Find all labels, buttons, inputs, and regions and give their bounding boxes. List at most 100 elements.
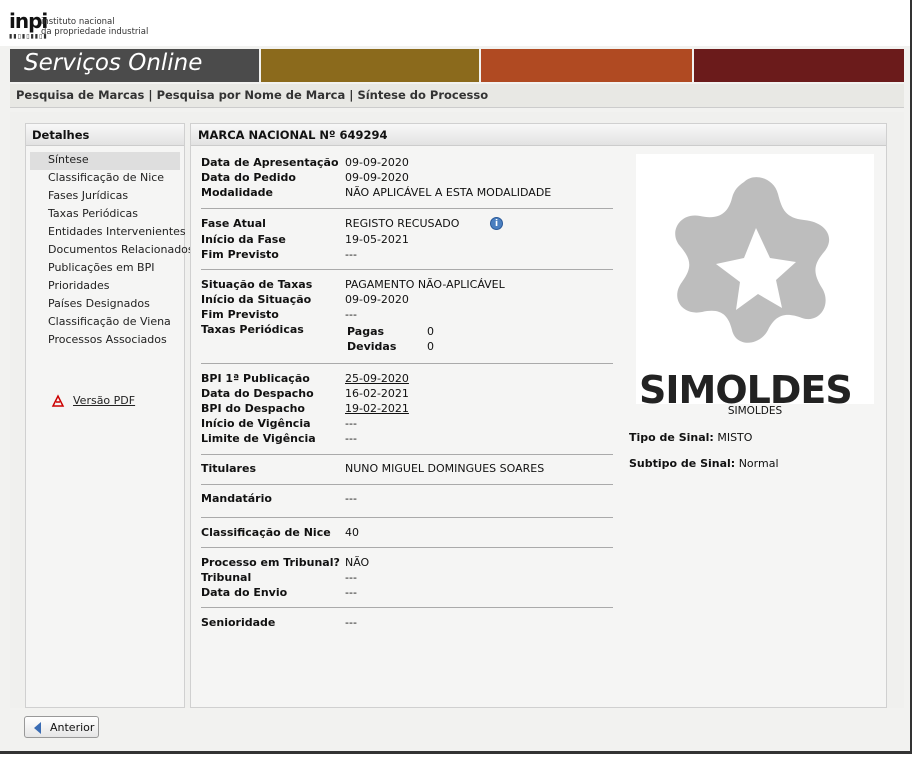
breadcrumb-bar: Pesquisa de Marcas | Pesquisa por Nome d… <box>10 84 904 108</box>
value-tipo-sinal: MISTO <box>717 431 753 444</box>
label-pagas: Pagas <box>347 325 385 338</box>
details-sidebar: Detalhes Síntese Classificação de Nice F… <box>25 123 194 708</box>
value-inicio-vigencia: --- <box>345 417 357 430</box>
trademark-caption: SIMOLDES <box>727 405 783 417</box>
value-fim-previsto-taxas: --- <box>345 308 357 321</box>
pdf-version-label[interactable]: Versão PDF <box>73 394 135 407</box>
sidebar-item-entidades-intervenientes[interactable]: Entidades Intervenientes <box>30 224 186 242</box>
link-bpi-despacho[interactable]: 19-02-2021 <box>345 402 409 415</box>
header: inpi ▮▮▯▮▯▮▮▯▮ instituto nacional da pro… <box>0 0 910 46</box>
banner-segment-orange <box>481 49 692 82</box>
label-situacao-taxas: Situação de Taxas <box>201 278 313 291</box>
sidebar-item-processos-associados[interactable]: Processos Associados <box>30 332 180 350</box>
sidebar-item-fases-juridicas[interactable]: Fases Jurídicas <box>30 188 180 206</box>
back-button-label: Anterior <box>50 721 95 734</box>
sidebar-item-publicacoes-bpi[interactable]: Publicações em BPI <box>30 260 180 278</box>
label-fase-atual: Fase Atual <box>201 217 266 230</box>
value-senioridade: --- <box>345 616 357 629</box>
trademark-image: SIMOLDES <box>636 154 874 412</box>
sidebar-item-paises-designados[interactable]: Países Designados <box>30 296 180 314</box>
back-button[interactable]: Anterior <box>24 716 99 738</box>
label-limite-vigencia: Limite de Vigência <box>201 432 316 445</box>
sidebar-item-documentos-relacionados[interactable]: Documentos Relacionados <box>30 242 194 260</box>
subtipo-sinal: Subtipo de Sinal: Normal <box>629 457 779 470</box>
label-bpi-publicacao: BPI 1ª Publicação <box>201 372 310 385</box>
label-fim-previsto: Fim Previsto <box>201 248 279 261</box>
sidebar-item-prioridades[interactable]: Prioridades <box>30 278 180 296</box>
label-processo-tribunal: Processo em Tribunal? <box>201 556 340 569</box>
logo-line-2: da propriedade industrial <box>41 27 149 37</box>
label-classificacao-nice: Classificação de Nice <box>201 526 331 539</box>
mark-details-panel: MARCA NACIONAL Nº 649294 Data de Apresen… <box>190 123 887 708</box>
banner-title: Serviços Online <box>24 50 203 76</box>
tipo-sinal: Tipo de Sinal: MISTO <box>629 431 752 444</box>
value-data-despacho: 16-02-2021 <box>345 387 409 400</box>
value-devidas: 0 <box>427 340 434 353</box>
sidebar-item-taxas-periodicas[interactable]: Taxas Periódicas <box>30 206 180 224</box>
content-panel: Detalhes Síntese Classificação de Nice F… <box>10 112 904 708</box>
value-subtipo-sinal: Normal <box>738 457 779 470</box>
sidebar-title: Detalhes <box>26 124 184 146</box>
value-processo-tribunal: NÃO <box>345 556 370 569</box>
court-group: Processo em Tribunal? NÃO Tribunal --- Dat… <box>201 556 613 608</box>
pdf-icon <box>51 394 65 408</box>
phase-group: Fase Atual REGISTO RECUSADO i Início da Fa… <box>201 217 613 270</box>
label-data-apresentacao: Data de Apresentação <box>201 156 339 169</box>
label-inicio-vigencia: Início de Vigência <box>201 417 311 430</box>
titulares-group: Titulares NUNO MIGUEL DOMINGUES SOARES <box>201 462 613 485</box>
banner-segment-gold <box>261 49 479 82</box>
value-inicio-situacao: 09-09-2020 <box>345 293 409 306</box>
breadcrumb[interactable]: Pesquisa de Marcas | Pesquisa por Nome d… <box>16 88 488 102</box>
sidebar-item-sintese[interactable]: Síntese <box>30 152 180 170</box>
label-taxas-periodicas: Taxas Periódicas <box>201 323 304 336</box>
sidebar-menu: Síntese Classificação de Nice Fases Jurí… <box>26 152 194 350</box>
nice-group: Classificação de Nice 40 <box>201 526 613 548</box>
label-tipo-sinal: Tipo de Sinal: <box>629 431 714 444</box>
fees-group: Situação de Taxas PAGAMENTO NÃO-APLICÁVEL… <box>201 278 613 364</box>
pdf-version-link[interactable]: Versão PDF <box>51 394 135 408</box>
dates-group: Data de Apresentação 09-09-2020 Data do P… <box>201 156 613 209</box>
label-data-envio: Data do Envio <box>201 586 288 599</box>
arrow-left-icon <box>34 722 41 734</box>
value-classificacao-nice: 40 <box>345 526 359 539</box>
value-inicio-fase: 19-05-2021 <box>345 233 409 246</box>
label-subtipo-sinal: Subtipo de Sinal: <box>629 457 736 470</box>
label-titulares: Titulares <box>201 462 256 475</box>
sidebar-item-classificacao-nice[interactable]: Classificação de Nice <box>30 170 180 188</box>
mandatario-group: Mandatário --- <box>201 492 613 518</box>
label-data-despacho: Data do Despacho <box>201 387 314 400</box>
value-fase-atual: REGISTO RECUSADO <box>345 217 460 230</box>
label-inicio-situacao: Início da Situação <box>201 293 312 306</box>
label-tribunal: Tribunal <box>201 571 252 584</box>
label-senioridade: Senioridade <box>201 616 276 629</box>
label-inicio-fase: Início da Fase <box>201 233 286 246</box>
value-pagas: 0 <box>427 325 434 338</box>
publication-group: BPI 1ª Publicação 25-09-2020 Data do Desp… <box>201 372 613 455</box>
value-data-envio: --- <box>345 586 357 599</box>
services-banner: Serviços Online <box>10 49 904 82</box>
value-mandatario: --- <box>345 492 357 505</box>
sidebar-item-classificacao-viena[interactable]: Classificação de Viena <box>30 314 180 332</box>
value-fim-previsto: --- <box>345 248 357 261</box>
label-data-pedido: Data do Pedido <box>201 171 296 184</box>
seniority-group: Senioridade --- <box>201 616 613 636</box>
logo-text: instituto nacional da propriedade indust… <box>41 17 148 37</box>
value-modalidade: NÃO APLICÁVEL A ESTA MODALIDADE <box>345 186 552 199</box>
label-fim-previsto-taxas: Fim Previsto <box>201 308 279 321</box>
value-situacao-taxas: PAGAMENTO NÃO-APLICÁVEL <box>345 278 505 291</box>
link-bpi-publicacao[interactable]: 25-09-2020 <box>345 372 409 385</box>
page-frame: inpi ▮▮▯▮▯▮▮▯▮ instituto nacional da pro… <box>0 0 912 754</box>
label-bpi-despacho: BPI do Despacho <box>201 402 305 415</box>
value-data-apresentacao: 09-09-2020 <box>345 156 409 169</box>
label-devidas: Devidas <box>347 340 397 353</box>
value-data-pedido: 09-09-2020 <box>345 171 409 184</box>
logo-line-1: instituto nacional <box>41 17 115 27</box>
mark-title: MARCA NACIONAL Nº 649294 <box>191 124 886 146</box>
info-icon[interactable]: i <box>490 217 503 230</box>
label-modalidade: Modalidade <box>201 186 273 199</box>
label-mandatario: Mandatário <box>201 492 272 505</box>
value-tribunal: --- <box>345 571 357 584</box>
banner-segment-maroon <box>694 49 904 82</box>
value-titulares: NUNO MIGUEL DOMINGUES SOARES <box>345 462 545 475</box>
value-limite-vigencia: --- <box>345 432 357 445</box>
